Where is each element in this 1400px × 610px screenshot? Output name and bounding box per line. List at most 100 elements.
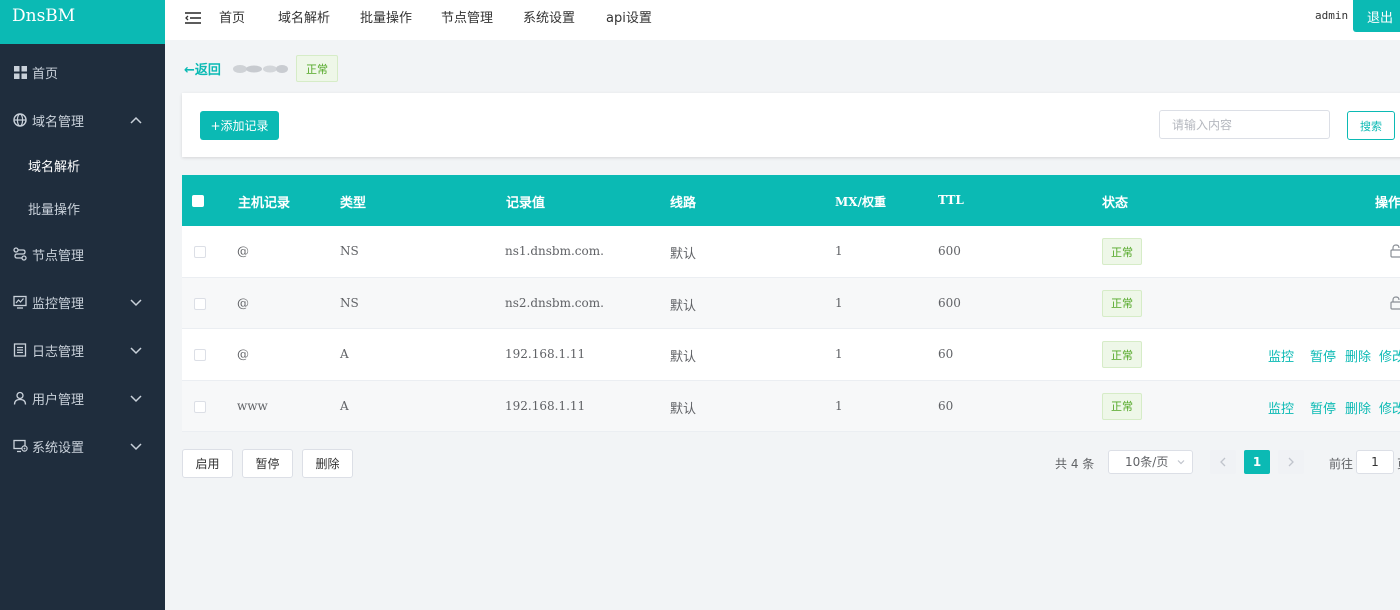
page-number-current[interactable]: 1 (1244, 450, 1270, 474)
bulk-pause-button[interactable]: 暂停 (242, 449, 293, 478)
current-user[interactable]: admin (1315, 9, 1348, 22)
cell-ttl: 600 (938, 295, 961, 310)
row-checkbox[interactable] (194, 349, 206, 361)
cell-host: www (237, 398, 268, 413)
edit-action-link[interactable]: 修改 (1379, 398, 1400, 417)
chevron-down-icon (1177, 460, 1185, 465)
cell-value: 192.168.1.11 (505, 347, 586, 361)
cell-type: NS (340, 244, 359, 258)
nav-node-management[interactable]: 节点管理 (441, 7, 493, 26)
cell-mx: 1 (835, 398, 843, 413)
column-header-ttl: TTL (938, 193, 964, 207)
column-header-actions: 操作 (1375, 196, 1400, 211)
column-header-value: 记录值 (506, 196, 546, 211)
nav-batch-operation[interactable]: 批量操作 (360, 7, 412, 26)
chevron-down-icon (130, 395, 142, 403)
column-header-line: 线路 (670, 196, 697, 211)
cell-value: 192.168.1.11 (505, 398, 586, 413)
cell-line: 默认 (670, 350, 697, 365)
pause-action-link[interactable]: 暂停 (1310, 346, 1336, 365)
records-table: 主机记录 类型 记录值 线路 MX/权重 TTL 状态 操作 @ NS ns1.… (182, 175, 1400, 432)
cell-type: A (340, 398, 349, 413)
column-header-type: 类型 (340, 196, 367, 211)
user-icon (12, 390, 28, 406)
back-link[interactable]: ←返回 (184, 59, 221, 78)
cell-host: @ (237, 244, 249, 258)
goto-label: 前往 (1329, 457, 1354, 471)
sidebar-item-domain-management[interactable]: 域名管理 (0, 96, 165, 144)
search-button[interactable]: 搜索 (1347, 111, 1395, 140)
grid-icon (12, 64, 28, 80)
settings-icon (12, 438, 28, 454)
status-badge: 正常 (1102, 238, 1142, 265)
column-header-mx: MX/权重 (835, 195, 886, 209)
route-icon (12, 246, 28, 262)
bulk-enable-button[interactable]: 启用 (182, 449, 233, 478)
cell-ttl: 600 (938, 244, 961, 258)
row-checkbox[interactable] (194, 246, 206, 258)
cell-line: 默认 (670, 247, 697, 262)
sidebar-item-label: 监控管理 (32, 296, 85, 312)
domain-name-redacted (233, 65, 288, 73)
delete-action-link[interactable]: 删除 (1345, 346, 1371, 365)
logout-button[interactable]: 退出 (1353, 0, 1400, 32)
sidebar-item-user-management[interactable]: 用户管理 (0, 374, 165, 422)
table-row: www A 192.168.1.11 默认 1 60 正常 监控 暂停 删除 修… (182, 380, 1400, 432)
edit-action-link[interactable]: 修改 (1379, 346, 1400, 365)
sidebar-item-system-settings[interactable]: 系统设置 (0, 422, 165, 470)
page-size-select[interactable]: 10条/页 (1108, 450, 1193, 474)
next-page-button[interactable] (1278, 450, 1304, 474)
cell-mx: 1 (835, 244, 843, 258)
row-checkbox[interactable] (194, 297, 206, 310)
row-checkbox[interactable] (194, 400, 206, 413)
pagination-total: 共 4 条 (1055, 457, 1095, 471)
lock-icon (1390, 244, 1400, 258)
chevron-up-icon (130, 116, 142, 124)
toolbar-card: +添加记录 搜索 (182, 93, 1400, 157)
cell-mx: 1 (835, 295, 843, 310)
bulk-delete-button[interactable]: 删除 (302, 449, 353, 478)
sidebar-item-label: 用户管理 (32, 392, 85, 408)
page-size-value: 10条/页 (1125, 455, 1169, 469)
chevron-down-icon (130, 299, 142, 307)
cell-line: 默认 (670, 298, 697, 314)
sidebar-item-monitor-management[interactable]: 监控管理 (0, 278, 165, 326)
status-badge: 正常 (1102, 289, 1142, 317)
select-all-checkbox[interactable] (192, 195, 204, 207)
log-icon (12, 342, 28, 358)
nav-api-settings[interactable]: api设置 (606, 7, 652, 26)
sidebar-item-node-management[interactable]: 节点管理 (0, 230, 165, 278)
sidebar-item-home[interactable]: 首页 (0, 48, 165, 96)
cell-type: NS (340, 295, 359, 310)
monitor-icon (12, 294, 28, 310)
cell-host: @ (237, 295, 249, 310)
add-record-button[interactable]: +添加记录 (200, 111, 279, 140)
chevron-down-icon (130, 347, 142, 355)
cell-ttl: 60 (938, 347, 954, 361)
monitor-action-link[interactable]: 监控 (1268, 398, 1294, 417)
globe-icon (12, 112, 28, 128)
delete-action-link[interactable]: 删除 (1345, 398, 1371, 417)
nav-home[interactable]: 首页 (219, 7, 245, 26)
nav-domain-resolution[interactable]: 域名解析 (278, 7, 330, 26)
status-badge: 正常 (1102, 392, 1142, 420)
chevron-left-icon (1220, 457, 1226, 467)
prev-page-button[interactable] (1210, 450, 1236, 474)
pause-action-link[interactable]: 暂停 (1310, 398, 1336, 417)
column-header-status: 状态 (1102, 196, 1129, 211)
sidebar-item-label: 域名管理 (32, 114, 85, 130)
status-badge: 正常 (1102, 341, 1142, 368)
monitor-action-link[interactable]: 监控 (1268, 346, 1294, 365)
sidebar-item-label: 系统设置 (32, 440, 85, 456)
sidebar-subitem-batch-operation[interactable]: 批量操作 (0, 187, 165, 230)
domain-status-badge: 正常 (296, 55, 338, 82)
nav-system-settings[interactable]: 系统设置 (523, 7, 575, 26)
sidebar-item-label: 首页 (32, 66, 59, 82)
table-header: 主机记录 类型 记录值 线路 MX/权重 TTL 状态 操作 (182, 175, 1400, 226)
menu-toggle-icon[interactable] (185, 11, 201, 25)
cell-value: ns2.dnsbm.com. (505, 295, 604, 310)
sidebar-item-log-management[interactable]: 日志管理 (0, 326, 165, 374)
sidebar-subitem-domain-resolution[interactable]: 域名解析 (0, 144, 165, 187)
search-input[interactable] (1159, 110, 1330, 139)
goto-page-input[interactable] (1356, 450, 1394, 474)
